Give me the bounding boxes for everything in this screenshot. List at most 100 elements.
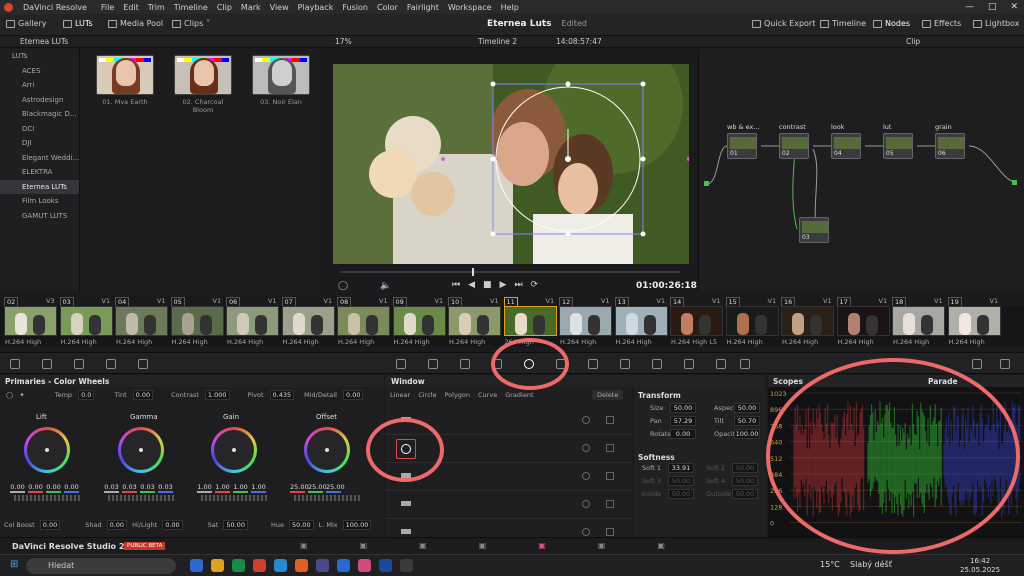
menu-file[interactable]: File xyxy=(101,3,114,12)
clip-thumbnail[interactable] xyxy=(725,306,779,336)
window-invert-toggle[interactable] xyxy=(582,472,590,480)
playback-buttons[interactable]: ⏮◀■▶⏭⟳ xyxy=(452,280,546,290)
timeline-dropdown[interactable]: Timeline 2 xyxy=(478,37,517,46)
window-enable-checkbox[interactable] xyxy=(606,472,614,480)
lut-folder-item[interactable]: GAMUT LUTS xyxy=(0,209,79,224)
taskbar-app-icon[interactable] xyxy=(358,559,371,572)
zoom-dropdown[interactable]: 17% xyxy=(335,37,352,46)
wheel-master-slider[interactable] xyxy=(108,495,174,501)
lmix-field[interactable]: 100.00 xyxy=(342,520,372,530)
tilt-field[interactable]: 50.70 xyxy=(734,416,760,426)
gamma-wheel[interactable] xyxy=(118,427,164,473)
wheel-value-field[interactable]: 0.03 xyxy=(122,483,137,493)
outside-field[interactable]: 50.00 xyxy=(732,489,758,499)
pan-field[interactable]: 57.29 xyxy=(670,416,696,426)
lut-folder-item[interactable]: Astrodesign xyxy=(0,93,79,108)
tint-field[interactable]: 0.00 xyxy=(132,390,154,400)
taskbar-app-icon[interactable] xyxy=(400,559,413,572)
contrast-field[interactable]: 1.000 xyxy=(204,390,230,400)
palette-tool-icon[interactable] xyxy=(42,359,52,369)
taskbar-app-icon[interactable] xyxy=(316,559,329,572)
hilight-field[interactable]: 0.00 xyxy=(162,520,183,530)
clip-thumbnail[interactable] xyxy=(170,306,224,336)
offset-wheel[interactable] xyxy=(304,427,350,473)
page-fusion-icon[interactable]: ▣ xyxy=(479,541,487,550)
soft2-field[interactable]: 50.00 xyxy=(732,463,758,473)
window-invert-toggle[interactable] xyxy=(582,416,590,424)
node-editor[interactable]: 01 wb & ex... 02 contrast 04 look 05 lut 06 grain… xyxy=(698,49,1024,292)
menu-view[interactable]: View xyxy=(270,3,289,12)
menu-workspace[interactable]: Workspace xyxy=(448,3,492,12)
picker-icon[interactable]: ✦ xyxy=(19,391,24,399)
clip-thumbnail[interactable] xyxy=(226,306,279,336)
wheel-value-field[interactable]: 0.00 xyxy=(10,483,25,493)
menu-color[interactable]: Color xyxy=(377,3,398,12)
media-pool-button[interactable]: Media Pool xyxy=(108,19,163,28)
menu-trim[interactable]: Trim xyxy=(148,3,165,12)
window-tool-polygon[interactable]: Polygon xyxy=(444,391,470,399)
lightbox-button[interactable]: Lightbox xyxy=(973,19,1019,28)
inside-field[interactable]: 50.00 xyxy=(668,489,694,499)
window-list-row[interactable] xyxy=(386,491,632,519)
page-fairlight-icon[interactable]: ▣ xyxy=(598,541,606,550)
color-node[interactable]: 05 xyxy=(883,133,913,159)
palette-tool-icon[interactable] xyxy=(620,359,630,369)
opacity-field[interactable]: 100.00 xyxy=(734,429,760,439)
menu-mark[interactable]: Mark xyxy=(241,3,261,12)
clip-mode-dropdown[interactable]: Clip xyxy=(906,37,920,46)
gain-wheel[interactable] xyxy=(211,427,257,473)
palette-tool-icon[interactable] xyxy=(74,359,84,369)
menu-help[interactable]: Help xyxy=(501,3,519,12)
clip-thumbnail[interactable] xyxy=(614,306,668,336)
audio-icon[interactable]: 🔈 xyxy=(380,281,391,291)
page-cut-icon[interactable]: ▣ xyxy=(360,541,368,550)
lut-folder-item[interactable]: Film Looks xyxy=(0,194,79,209)
window-enable-checkbox[interactable] xyxy=(606,444,614,452)
menu-clip[interactable]: Clip xyxy=(217,3,232,12)
viewer-options-icon[interactable]: ◯ xyxy=(338,281,348,291)
taskbar-app-icon[interactable] xyxy=(253,559,266,572)
palette-tool-icon[interactable] xyxy=(1000,359,1010,369)
taskbar-app-icon[interactable] xyxy=(274,559,287,572)
temp-field[interactable]: 0.0 xyxy=(78,390,95,400)
palette-tool-icon[interactable] xyxy=(428,359,438,369)
clip-thumbnail[interactable] xyxy=(892,306,945,336)
menu-fusion[interactable]: Fusion xyxy=(342,3,368,12)
palette-tool-icon[interactable] xyxy=(716,359,726,369)
clip-thumbnail[interactable] xyxy=(448,306,501,336)
soft4-field[interactable]: 50.00 xyxy=(732,476,758,486)
rotate-field[interactable]: 0.00 xyxy=(670,429,696,439)
palette-tool-icon[interactable] xyxy=(588,359,598,369)
palette-tool-icon[interactable] xyxy=(460,359,470,369)
window-tool-gradient[interactable]: Gradient xyxy=(505,391,533,399)
clip-thumbnail[interactable] xyxy=(836,306,890,336)
wheel-master-slider[interactable] xyxy=(14,495,80,501)
palette-tool-icon[interactable] xyxy=(396,359,406,369)
palette-tool-icon[interactable] xyxy=(10,359,20,369)
wheel-value-field[interactable]: 0.03 xyxy=(158,483,173,493)
palette-tool-icon[interactable] xyxy=(106,359,116,369)
wheel-value-field[interactable]: 0.00 xyxy=(28,483,43,493)
luts-button[interactable]: LUTs xyxy=(63,19,93,28)
palette-tool-icon[interactable] xyxy=(972,359,982,369)
shad-field[interactable]: 0.00 xyxy=(106,520,128,530)
taskbar-app-icon[interactable] xyxy=(190,559,203,572)
window-tool-curve[interactable]: Curve xyxy=(478,391,497,399)
lut-folder-item[interactable]: ACES xyxy=(0,64,79,79)
window-tool-linear[interactable]: Linear xyxy=(390,391,410,399)
taskbar-app-icon[interactable] xyxy=(211,559,224,572)
lut-thumbnail[interactable] xyxy=(96,55,154,95)
window-invert-toggle[interactable] xyxy=(582,444,590,452)
color-node[interactable]: 03 xyxy=(799,217,829,243)
window-invert-toggle[interactable] xyxy=(582,500,590,508)
color-node[interactable]: 06 xyxy=(935,133,965,159)
clip-thumbnail[interactable] xyxy=(559,306,612,336)
delete-window-button[interactable]: Delete xyxy=(592,390,624,400)
wheel-value-field[interactable]: 25.00 xyxy=(326,483,345,493)
gallery-button[interactable]: Gallery xyxy=(6,19,47,28)
lut-folder-item[interactable]: DCI xyxy=(0,122,79,137)
wheel-value-field[interactable]: 0.03 xyxy=(140,483,155,493)
clips-button[interactable]: Clips ˅ xyxy=(172,19,210,28)
clip-thumbnail[interactable] xyxy=(781,306,834,336)
timeline-button[interactable]: Timeline xyxy=(820,19,866,28)
